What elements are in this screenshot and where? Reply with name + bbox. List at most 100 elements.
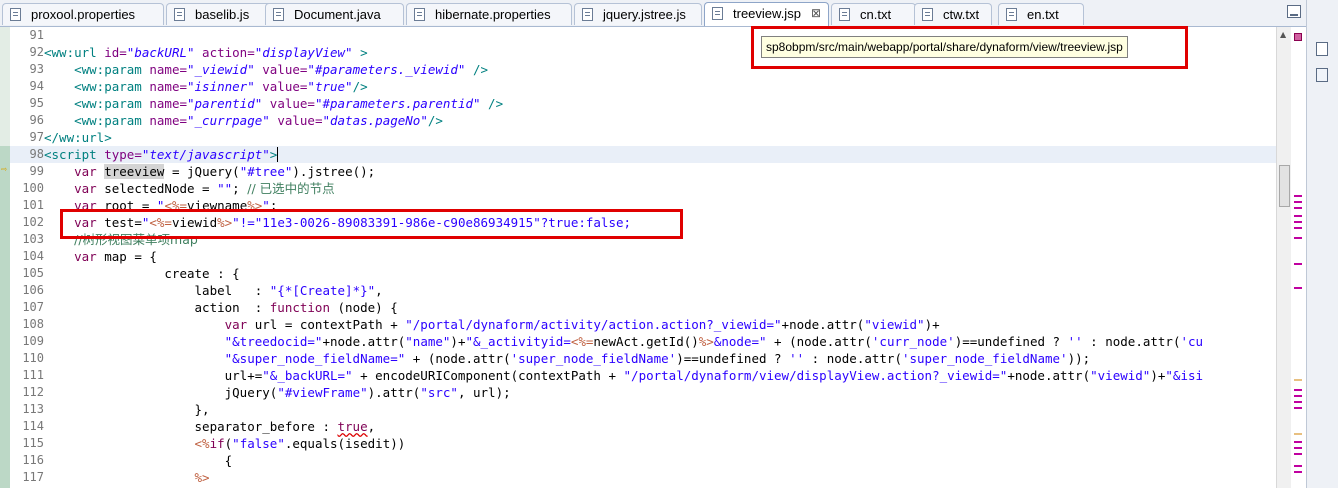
code-token: action : <box>44 300 270 315</box>
code-token: var <box>74 181 97 196</box>
code-token: )+ <box>450 334 466 349</box>
tab-ctw-txt[interactable]: ctw.txt <box>914 3 992 25</box>
tab-document-java[interactable]: Document.java <box>265 3 404 25</box>
code-token: "&_backURL=" <box>262 368 353 383</box>
code-comment: //树形视图菜单项map <box>74 232 198 247</box>
tab-proxool-properties[interactable]: proxool.properties <box>2 3 164 25</box>
overview-marker[interactable] <box>1294 453 1302 455</box>
tab-en-txt[interactable]: en.txt <box>998 3 1084 25</box>
overview-marker[interactable] <box>1294 201 1302 203</box>
line-number: 113 <box>22 402 44 416</box>
code-token: "viewid" <box>1090 368 1151 383</box>
tab-treeview-jsp[interactable]: treeview.jsp ⊠ <box>704 2 829 26</box>
code-token: separator_before : <box>44 419 338 434</box>
code-token: )+ <box>924 317 940 332</box>
scrollbar-thumb[interactable] <box>1279 165 1290 207</box>
code-token: %> <box>194 470 210 485</box>
code-token: "src" <box>420 385 458 400</box>
scroll-up-icon[interactable]: ▲ <box>1280 30 1286 39</box>
code-token: + (node.attr( <box>405 351 511 366</box>
code-token: test= <box>96 215 142 230</box>
code-token: /> <box>465 62 489 77</box>
code-token: <ww:param <box>44 113 142 128</box>
code-token: newAct.getId() <box>593 334 699 349</box>
code-line-102: 102 var test="<%=viewid%>"!="11e3-0026-8… <box>10 214 1276 231</box>
tab-label: en.txt <box>1027 7 1059 22</box>
tab-label: hibernate.properties <box>435 7 551 22</box>
code-token: ; <box>269 198 278 213</box>
code-line-113: 113 }, <box>10 401 1276 418</box>
code-token: )==undefined ? <box>954 334 1068 349</box>
close-tab-icon[interactable]: ⊠ <box>811 3 821 24</box>
vertical-scrollbar[interactable]: ▲ <box>1276 27 1291 488</box>
code-token: <%= <box>164 198 188 213</box>
file-icon <box>414 8 425 21</box>
overview-marker[interactable] <box>1294 221 1302 223</box>
code-line-105: 105 create : { <box>10 265 1276 282</box>
line-number: 112 <box>22 385 44 399</box>
line-number: 102 <box>22 215 44 229</box>
overview-marker[interactable] <box>1294 465 1302 467</box>
overview-marker[interactable] <box>1294 195 1302 197</box>
code-line-98: 98 <script type="text/javascript"> <box>10 146 1276 163</box>
code-token: true <box>337 419 368 434</box>
overview-marker[interactable] <box>1294 433 1302 435</box>
code-token: : node.attr( <box>1082 334 1181 349</box>
overview-marker[interactable] <box>1294 441 1302 443</box>
line-number: 100 <box>22 181 44 195</box>
code-token: +node.attr( <box>781 317 865 332</box>
tab-baselib-js[interactable]: baselib.js <box>166 3 280 25</box>
line-number: 111 <box>22 368 44 382</box>
code-token: { <box>44 453 233 468</box>
code-token: "_currpage" <box>187 113 270 128</box>
code-token: "parentid" <box>187 96 263 111</box>
line-number: 104 <box>22 249 44 263</box>
overview-marker[interactable] <box>1294 471 1302 473</box>
code-token: ; <box>232 181 248 196</box>
overview-marker[interactable] <box>1294 407 1302 409</box>
code-token: viewname <box>187 198 248 213</box>
js-file-icon <box>582 8 593 21</box>
code-editor[interactable]: 91 92 <ww:url id="backURL" action="displa… <box>10 27 1276 488</box>
code-token: "&_activityid= <box>465 334 571 349</box>
tab-cn-txt[interactable]: cn.txt <box>831 3 916 25</box>
overview-marker[interactable] <box>1294 263 1302 265</box>
overview-marker[interactable] <box>1294 287 1302 289</box>
code-token: </ww:url> <box>44 130 112 145</box>
code-line-100: 100 var selectedNode = ""; // 已选中的节点 <box>10 180 1276 197</box>
line-number: 101 <box>22 198 44 212</box>
code-token: <ww:param <box>44 62 142 77</box>
code-token: <ww:param <box>44 96 142 111</box>
code-token: name= <box>141 62 187 77</box>
code-token: value= <box>262 96 315 111</box>
code-token: + encodeURIComponent(contextPath + <box>352 368 624 383</box>
overview-marker[interactable] <box>1294 447 1302 449</box>
overview-marker[interactable] <box>1294 389 1302 391</box>
code-token: )+ <box>1150 368 1166 383</box>
code-token: <ww:url <box>44 45 97 60</box>
line-number: 93 <box>29 62 44 76</box>
line-number: 92 <box>29 45 44 59</box>
overview-marker[interactable] <box>1294 237 1302 239</box>
overview-marker[interactable] <box>1294 401 1302 403</box>
overview-marker[interactable] <box>1294 395 1302 397</box>
minimize-icon[interactable] <box>1287 5 1301 18</box>
tab-hibernate-properties[interactable]: hibernate.properties <box>406 3 572 25</box>
tab-jquery-jstree-js[interactable]: jquery.jstree.js <box>574 3 702 25</box>
code-token: map = { <box>96 249 157 264</box>
overview-marker[interactable] <box>1294 215 1302 217</box>
overview-marker[interactable] <box>1294 207 1302 209</box>
overview-marker[interactable] <box>1294 227 1302 229</box>
code-token: 'curr_node' <box>871 334 955 349</box>
code-token: 'cu <box>1180 334 1204 349</box>
overview-marker[interactable] <box>1294 379 1302 381</box>
overview-ruler[interactable] <box>1291 27 1305 488</box>
restore-view-icon[interactable] <box>1316 42 1328 56</box>
outline-view-icon[interactable] <box>1316 68 1328 82</box>
